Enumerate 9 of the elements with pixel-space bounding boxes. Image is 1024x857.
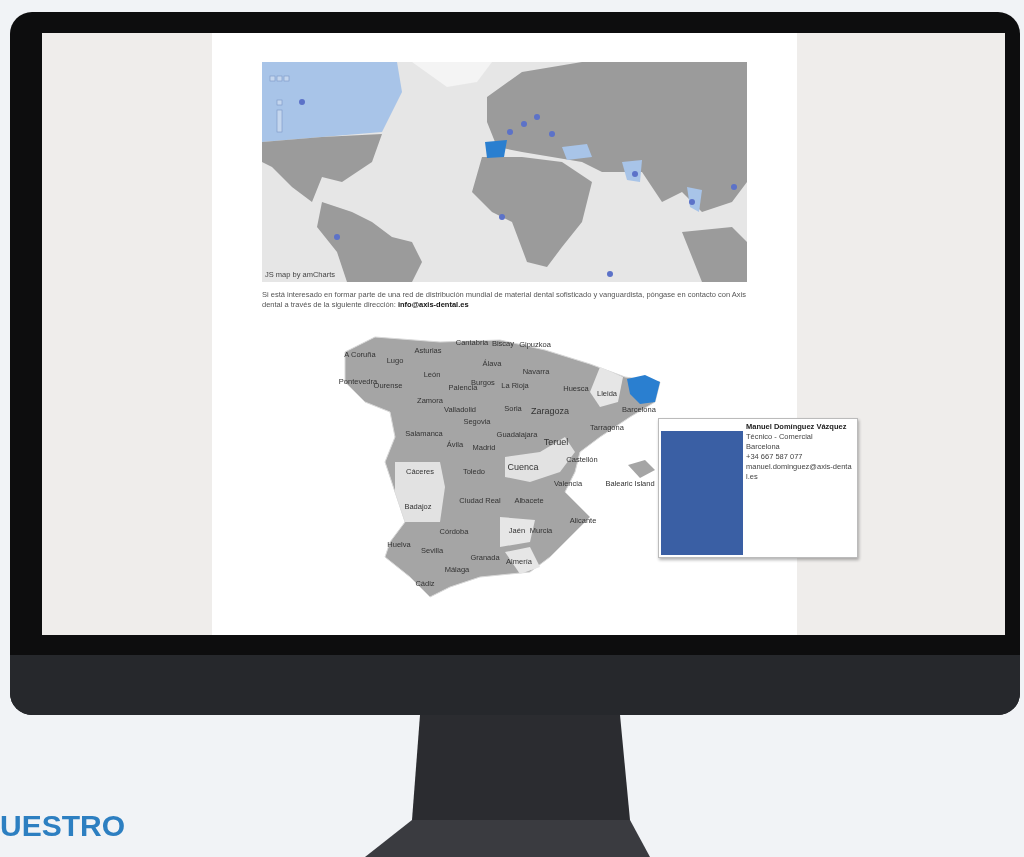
province-label: Zaragoza — [531, 406, 569, 416]
highlighted-province-shape[interactable] — [627, 375, 660, 404]
province-label: Cuenca — [507, 462, 539, 472]
province-shape[interactable] — [395, 462, 445, 522]
island-shape[interactable] — [628, 460, 655, 478]
section-heading: UESTRO — [0, 808, 126, 844]
province-shape[interactable] — [505, 547, 540, 574]
province-shape[interactable] — [590, 367, 623, 407]
province-label: Teruel — [543, 437, 569, 447]
